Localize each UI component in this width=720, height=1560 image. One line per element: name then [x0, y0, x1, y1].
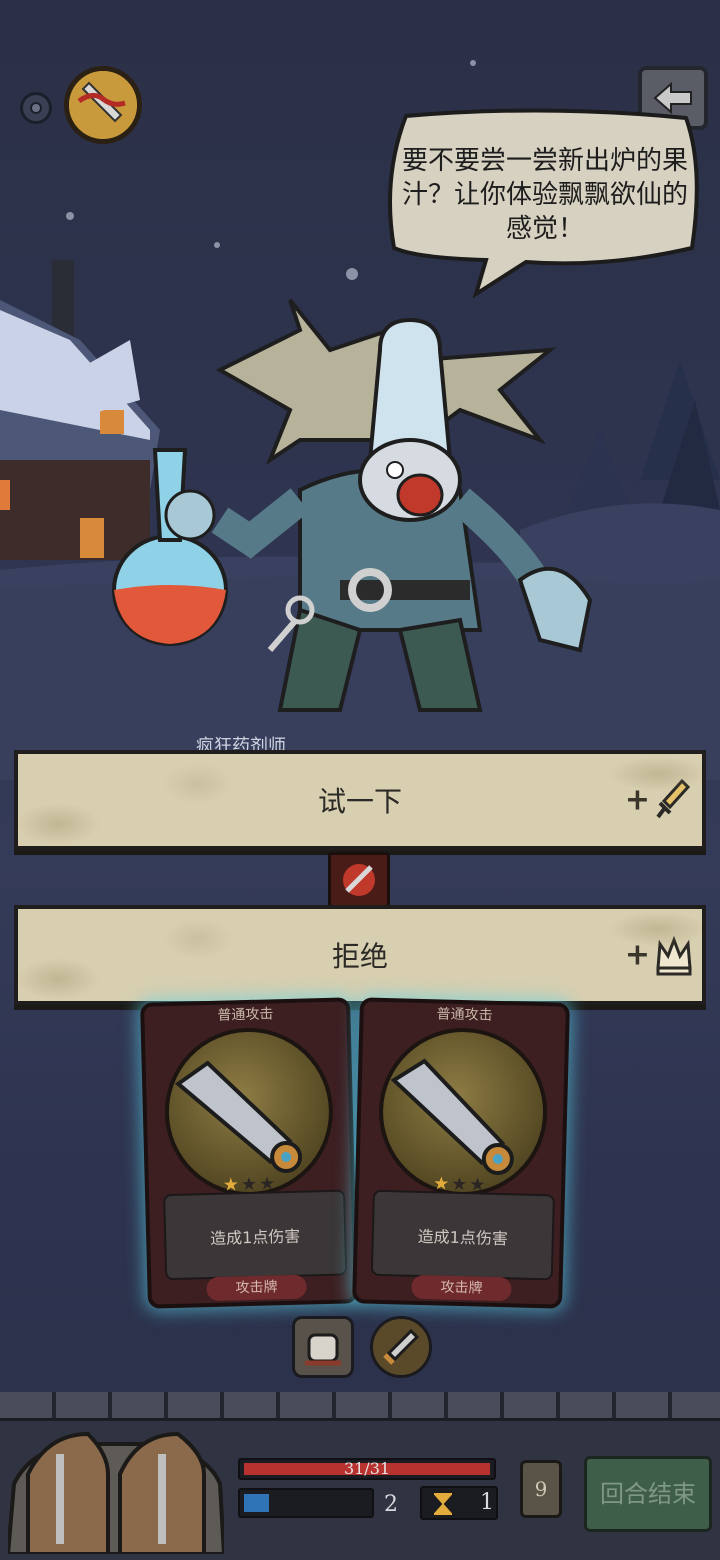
hp-text: 31/31: [343, 1459, 391, 1478]
sword-blood-icon: [69, 71, 137, 139]
hp-bar: 31/31: [238, 1458, 496, 1480]
star-empty-icon: ★: [451, 1173, 468, 1196]
option-label: 试一下: [317, 785, 402, 818]
card-type-badge: 攻击牌: [411, 1274, 512, 1302]
end-turn-label: 回合结束: [600, 1480, 696, 1508]
star-empty-icon: ★: [258, 1173, 276, 1195]
sword-icon: [383, 1328, 420, 1365]
reward-plus: +: [624, 782, 650, 818]
option-refuse-button[interactable]: 拒绝 +: [14, 905, 706, 1005]
sword-icon: [174, 1060, 303, 1174]
option-try-button[interactable]: 试一下 +: [14, 750, 706, 850]
dungeon-doors-icon[interactable]: [8, 1414, 224, 1554]
weapon-button[interactable]: [370, 1316, 432, 1378]
speech-text: 要不要尝一尝新出炉的果汁？让你体验飘飘欲仙的感觉！: [401, 146, 688, 244]
card-stars: ★ ★ ★: [222, 1173, 276, 1196]
card-art: [162, 1025, 336, 1199]
npc-alchemist[interactable]: [100, 290, 620, 750]
energy-bar: [238, 1488, 374, 1518]
card-description: 造成1点伤害: [209, 1226, 301, 1249]
card-title: 普通攻击: [217, 1006, 274, 1024]
option-label: 拒绝: [331, 940, 388, 973]
crown-icon: [656, 935, 692, 976]
end-turn-button[interactable]: 回合结束: [584, 1456, 712, 1532]
reward-plus: +: [624, 937, 650, 973]
snowflake: [66, 212, 74, 220]
card-description-box: 造成1点伤害: [163, 1189, 348, 1281]
card-stars: ★ ★ ★: [432, 1173, 486, 1196]
hourglass-icon: [432, 1491, 454, 1517]
mini-card-icon: [328, 852, 390, 908]
star-filled-icon: ★: [432, 1173, 450, 1195]
enemy-portrait[interactable]: [64, 66, 142, 144]
card-title: 普通攻击: [436, 1006, 493, 1024]
card-art: [376, 1025, 550, 1199]
sword-icon: [656, 778, 691, 819]
gauntlet-icon: [305, 1333, 341, 1366]
gear-icon: [30, 102, 42, 114]
relic-button[interactable]: [292, 1316, 354, 1378]
draw-pile-button[interactable]: 9: [520, 1460, 562, 1518]
bottom-status-bar: 31/31 2 1 9 回合结束: [0, 1392, 720, 1560]
attack-card[interactable]: 普通攻击 造成1点伤害 ★ ★ ★ 攻击牌: [352, 997, 570, 1309]
snowflake: [470, 60, 476, 66]
star-filled-icon: ★: [222, 1174, 240, 1196]
energy-bar-fill: [244, 1494, 269, 1512]
speech-bubble: 要不要尝一尝新出炉的果汁？让你体验飘飘欲仙的感觉！: [386, 108, 704, 298]
card-description: 造成1点伤害: [417, 1226, 509, 1249]
card-type-badge: 攻击牌: [206, 1274, 307, 1302]
attack-card[interactable]: 普通攻击 造成1点伤害 ★ ★ ★ 攻击牌: [140, 997, 358, 1309]
deck-count: 9: [534, 1477, 548, 1501]
settings-button[interactable]: [20, 92, 52, 124]
star-empty-icon: ★: [469, 1174, 486, 1196]
snowflake: [346, 268, 358, 280]
card-description-box: 造成1点伤害: [370, 1189, 555, 1281]
turn-count: 1: [480, 1490, 494, 1515]
energy-count: 2: [384, 1492, 398, 1517]
game-scene: 要不要尝一尝新出炉的果汁？让你体验飘飘欲仙的感觉！ 疯狂药剂师 试一下 + 拒绝…: [0, 0, 720, 1560]
turn-counter: 1: [420, 1486, 498, 1520]
star-empty-icon: ★: [240, 1173, 258, 1196]
snowflake: [214, 242, 220, 248]
sword-icon: [390, 1058, 514, 1175]
